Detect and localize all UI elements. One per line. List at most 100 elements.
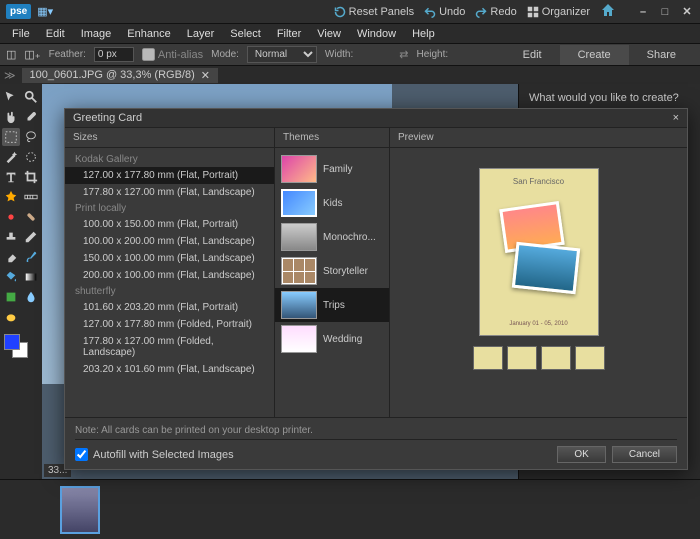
swap-icon[interactable]: ⇄ — [399, 48, 408, 61]
eyedropper-tool[interactable] — [22, 108, 40, 126]
height-label: Height: — [416, 49, 448, 60]
ok-button[interactable]: OK — [557, 446, 605, 463]
feather-input[interactable] — [94, 47, 134, 62]
preview-thumb[interactable] — [473, 346, 503, 370]
healing-tool[interactable] — [22, 208, 40, 226]
size-option[interactable]: 150.00 x 100.00 mm (Flat, Landscape) — [65, 250, 274, 267]
document-tab-bar: ≫ 100_0601.JPG @ 33,3% (RGB/8) ✕ — [0, 66, 700, 84]
themes-column: Themes FamilyKidsMonochro...StorytellerT… — [275, 128, 390, 417]
grid-icon — [527, 6, 539, 18]
menu-select[interactable]: Select — [222, 26, 269, 42]
shape-tool[interactable] — [2, 288, 20, 306]
move-tool[interactable] — [2, 88, 20, 106]
size-option[interactable]: 200.00 x 100.00 mm (Flat, Landscape) — [65, 267, 274, 284]
tab-create[interactable]: Create — [560, 45, 629, 65]
menu-image[interactable]: Image — [73, 26, 120, 42]
preview-thumb[interactable] — [575, 346, 605, 370]
sizes-column: Sizes Kodak Gallery127.00 x 177.80 mm (F… — [65, 128, 275, 417]
bucket-tool[interactable] — [2, 268, 20, 286]
size-option[interactable]: 177.80 x 127.00 mm (Folded, Landscape) — [65, 333, 274, 361]
brush-tool[interactable] — [22, 248, 40, 266]
autofill-checkbox[interactable]: Autofill with Selected Images — [75, 448, 234, 461]
size-option[interactable]: 101.60 x 203.20 mm (Flat, Portrait) — [65, 299, 274, 316]
redo-button[interactable]: Redo — [475, 6, 516, 18]
theme-option[interactable]: Monochro... — [275, 220, 389, 254]
size-option[interactable]: 177.80 x 127.00 mm (Flat, Landscape) — [65, 184, 274, 201]
theme-option[interactable]: Trips — [275, 288, 389, 322]
size-group-label: Print locally — [65, 201, 274, 216]
theme-label: Wedding — [323, 334, 362, 345]
theme-option[interactable]: Wedding — [275, 322, 389, 356]
menu-help[interactable]: Help — [404, 26, 443, 42]
preview-thumbnails — [473, 346, 605, 370]
refresh-icon — [334, 6, 346, 18]
menu-window[interactable]: Window — [349, 26, 404, 42]
gradient-tool[interactable] — [22, 268, 40, 286]
sponge-tool[interactable] — [2, 308, 20, 326]
project-bin — [0, 479, 700, 539]
selection-add-icon[interactable]: ◫₊ — [24, 48, 40, 61]
preview-column: Preview San Francisco January 01 - 05, 2… — [390, 128, 687, 417]
dialog-title-bar[interactable]: Greeting Card × — [65, 109, 687, 128]
blur-tool[interactable] — [22, 288, 40, 306]
theme-option[interactable]: Family — [275, 152, 389, 186]
close-button[interactable]: ✕ — [680, 5, 694, 19]
hand-tool[interactable] — [2, 108, 20, 126]
theme-option[interactable]: Storyteller — [275, 254, 389, 288]
menu-enhance[interactable]: Enhance — [119, 26, 178, 42]
size-option[interactable]: 203.20 x 101.60 mm (Flat, Landscape) — [65, 361, 274, 378]
themes-list[interactable]: Family Kids Monochro... Storyteller Trips Wed… — [275, 148, 389, 417]
panel-menu-icon[interactable]: ▦▾ — [37, 5, 53, 18]
pencil-tool[interactable] — [22, 228, 40, 246]
tab-share[interactable]: Share — [629, 45, 694, 65]
lasso-tool[interactable] — [22, 128, 40, 146]
theme-label: Kids — [323, 198, 342, 209]
marquee-tool[interactable] — [2, 128, 20, 146]
cancel-button[interactable]: Cancel — [612, 446, 677, 463]
dialog-close-icon[interactable]: × — [673, 112, 679, 124]
size-option[interactable]: 100.00 x 150.00 mm (Flat, Portrait) — [65, 216, 274, 233]
minimize-button[interactable]: – — [636, 5, 650, 19]
tab-close-icon[interactable]: ✕ — [201, 69, 210, 82]
color-swatches[interactable] — [2, 334, 40, 360]
bin-thumbnail[interactable] — [60, 486, 100, 534]
menu-view[interactable]: View — [309, 26, 349, 42]
wand-tool[interactable] — [2, 148, 20, 166]
preview-thumb[interactable] — [541, 346, 571, 370]
size-option[interactable]: 127.00 x 177.80 mm (Flat, Portrait) — [65, 167, 274, 184]
menu-edit[interactable]: Edit — [38, 26, 73, 42]
zoom-tool[interactable] — [22, 88, 40, 106]
size-option[interactable]: 100.00 x 200.00 mm (Flat, Landscape) — [65, 233, 274, 250]
selection-brush-tool[interactable] — [22, 148, 40, 166]
preview-header: Preview — [390, 128, 687, 148]
menu-file[interactable]: File — [4, 26, 38, 42]
tab-edit[interactable]: Edit — [505, 45, 560, 65]
mode-select[interactable]: Normal — [247, 46, 317, 63]
theme-thumbnail — [281, 155, 317, 183]
theme-option[interactable]: Kids — [275, 186, 389, 220]
theme-thumbnail — [281, 189, 317, 217]
document-tab[interactable]: 100_0601.JPG @ 33,3% (RGB/8) ✕ — [22, 68, 218, 83]
theme-label: Storyteller — [323, 266, 368, 277]
size-option[interactable]: 127.00 x 177.80 mm (Folded, Portrait) — [65, 316, 274, 333]
organizer-button[interactable]: Organizer — [527, 6, 590, 18]
foreground-color[interactable] — [4, 334, 20, 350]
reset-panels-button[interactable]: Reset Panels — [334, 6, 414, 18]
undo-button[interactable]: Undo — [424, 6, 465, 18]
sizes-list[interactable]: Kodak Gallery127.00 x 177.80 mm (Flat, P… — [65, 148, 274, 417]
menu-filter[interactable]: Filter — [269, 26, 309, 42]
eraser-tool[interactable] — [2, 248, 20, 266]
straighten-tool[interactable] — [22, 188, 40, 206]
menu-layer[interactable]: Layer — [179, 26, 223, 42]
maximize-button[interactable]: □ — [658, 5, 672, 19]
redeye-tool[interactable] — [2, 208, 20, 226]
anti-alias-checkbox[interactable]: Anti-alias — [142, 48, 203, 61]
crop-tool[interactable] — [22, 168, 40, 186]
stamp-tool[interactable] — [2, 228, 20, 246]
selection-mode-icon[interactable]: ◫ — [6, 48, 16, 61]
cookie-cutter-tool[interactable] — [2, 188, 20, 206]
doc-arrow-icon[interactable]: ≫ — [4, 69, 16, 82]
home-icon[interactable] — [600, 2, 616, 21]
preview-thumb[interactable] — [507, 346, 537, 370]
type-tool[interactable] — [2, 168, 20, 186]
